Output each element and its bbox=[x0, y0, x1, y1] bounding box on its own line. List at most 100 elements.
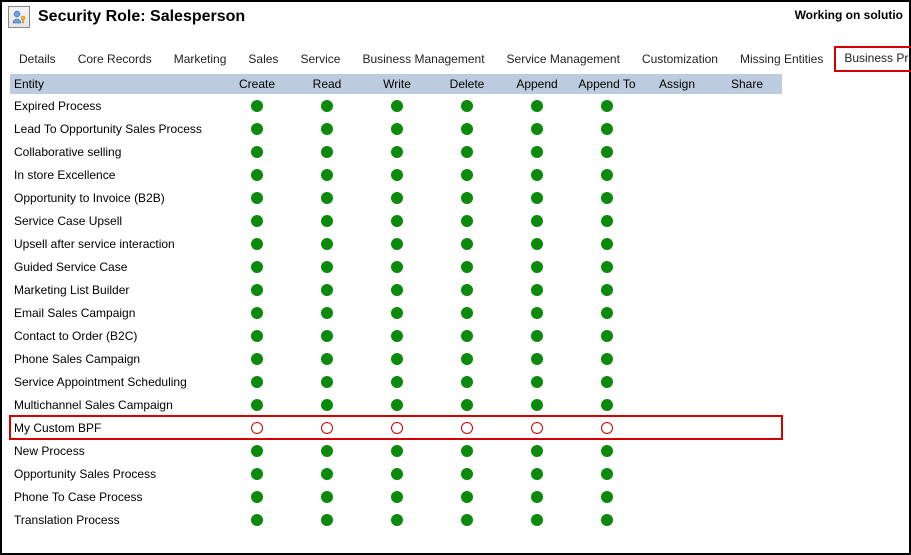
privilege-full-icon[interactable] bbox=[601, 514, 613, 526]
privilege-cell[interactable] bbox=[362, 439, 432, 462]
privilege-cell[interactable] bbox=[222, 255, 292, 278]
privilege-cell[interactable] bbox=[362, 140, 432, 163]
entity-name-cell[interactable]: My Custom BPF bbox=[10, 416, 222, 439]
privilege-none-icon[interactable] bbox=[321, 422, 333, 434]
privilege-full-icon[interactable] bbox=[461, 399, 473, 411]
privilege-full-icon[interactable] bbox=[461, 514, 473, 526]
privilege-cell[interactable] bbox=[362, 232, 432, 255]
privilege-full-icon[interactable] bbox=[391, 376, 403, 388]
privilege-cell[interactable] bbox=[362, 347, 432, 370]
privilege-cell[interactable] bbox=[502, 508, 572, 531]
entity-name-cell[interactable]: Upsell after service interaction bbox=[10, 232, 222, 255]
privilege-full-icon[interactable] bbox=[321, 376, 333, 388]
privilege-full-icon[interactable] bbox=[251, 284, 263, 296]
privilege-cell[interactable] bbox=[292, 324, 362, 347]
privilege-cell[interactable] bbox=[572, 301, 642, 324]
privilege-full-icon[interactable] bbox=[251, 192, 263, 204]
privilege-full-icon[interactable] bbox=[531, 215, 543, 227]
entity-name-cell[interactable]: Phone To Case Process bbox=[10, 485, 222, 508]
privilege-cell[interactable] bbox=[572, 485, 642, 508]
privilege-cell[interactable] bbox=[432, 416, 502, 439]
tab-missing-entities[interactable]: Missing Entities bbox=[729, 46, 834, 72]
privilege-cell[interactable] bbox=[222, 94, 292, 117]
privilege-cell[interactable] bbox=[432, 117, 502, 140]
privilege-full-icon[interactable] bbox=[461, 330, 473, 342]
privilege-full-icon[interactable] bbox=[251, 100, 263, 112]
privilege-full-icon[interactable] bbox=[321, 307, 333, 319]
privilege-cell[interactable] bbox=[432, 508, 502, 531]
privilege-cell[interactable] bbox=[222, 163, 292, 186]
privilege-cell[interactable] bbox=[362, 209, 432, 232]
tab-business-management[interactable]: Business Management bbox=[351, 46, 495, 72]
column-header-delete[interactable]: Delete bbox=[432, 74, 502, 94]
privilege-full-icon[interactable] bbox=[321, 514, 333, 526]
privilege-cell[interactable] bbox=[362, 163, 432, 186]
privilege-full-icon[interactable] bbox=[531, 100, 543, 112]
privilege-cell[interactable] bbox=[572, 416, 642, 439]
privilege-full-icon[interactable] bbox=[391, 353, 403, 365]
privilege-full-icon[interactable] bbox=[461, 353, 473, 365]
privilege-cell[interactable] bbox=[292, 393, 362, 416]
privilege-cell[interactable] bbox=[502, 347, 572, 370]
privilege-cell[interactable] bbox=[572, 278, 642, 301]
privilege-full-icon[interactable] bbox=[391, 169, 403, 181]
privilege-full-icon[interactable] bbox=[601, 238, 613, 250]
privilege-full-icon[interactable] bbox=[601, 330, 613, 342]
privilege-full-icon[interactable] bbox=[251, 445, 263, 457]
privilege-cell[interactable] bbox=[222, 232, 292, 255]
privilege-cell[interactable] bbox=[572, 370, 642, 393]
column-header-append[interactable]: Append bbox=[502, 74, 572, 94]
privilege-full-icon[interactable] bbox=[461, 376, 473, 388]
privilege-cell[interactable] bbox=[362, 485, 432, 508]
privilege-cell[interactable] bbox=[572, 163, 642, 186]
privilege-cell[interactable] bbox=[222, 301, 292, 324]
privilege-full-icon[interactable] bbox=[321, 238, 333, 250]
privilege-cell[interactable] bbox=[292, 278, 362, 301]
privilege-full-icon[interactable] bbox=[601, 445, 613, 457]
privilege-full-icon[interactable] bbox=[251, 330, 263, 342]
privilege-cell[interactable] bbox=[502, 163, 572, 186]
privilege-cell[interactable] bbox=[292, 255, 362, 278]
privilege-full-icon[interactable] bbox=[321, 146, 333, 158]
privilege-cell[interactable] bbox=[502, 462, 572, 485]
privilege-cell[interactable] bbox=[572, 439, 642, 462]
privilege-cell[interactable] bbox=[362, 186, 432, 209]
privilege-cell[interactable] bbox=[292, 416, 362, 439]
privilege-full-icon[interactable] bbox=[601, 261, 613, 273]
privilege-full-icon[interactable] bbox=[601, 215, 613, 227]
privilege-cell[interactable] bbox=[432, 186, 502, 209]
column-header-share[interactable]: Share bbox=[712, 74, 782, 94]
entity-name-cell[interactable]: Guided Service Case bbox=[10, 255, 222, 278]
privilege-full-icon[interactable] bbox=[461, 100, 473, 112]
privilege-cell[interactable] bbox=[222, 209, 292, 232]
privilege-cell[interactable] bbox=[432, 462, 502, 485]
privilege-full-icon[interactable] bbox=[531, 399, 543, 411]
privilege-full-icon[interactable] bbox=[391, 445, 403, 457]
privilege-full-icon[interactable] bbox=[601, 192, 613, 204]
privilege-full-icon[interactable] bbox=[251, 215, 263, 227]
privilege-cell[interactable] bbox=[362, 462, 432, 485]
entity-name-cell[interactable]: Service Appointment Scheduling bbox=[10, 370, 222, 393]
privilege-cell[interactable] bbox=[362, 416, 432, 439]
privilege-cell[interactable] bbox=[502, 255, 572, 278]
privilege-full-icon[interactable] bbox=[321, 468, 333, 480]
privilege-cell[interactable] bbox=[222, 416, 292, 439]
privilege-full-icon[interactable] bbox=[321, 330, 333, 342]
privilege-cell[interactable] bbox=[362, 301, 432, 324]
privilege-cell[interactable] bbox=[292, 232, 362, 255]
privilege-full-icon[interactable] bbox=[321, 399, 333, 411]
privilege-cell[interactable] bbox=[502, 94, 572, 117]
privilege-full-icon[interactable] bbox=[531, 284, 543, 296]
privilege-cell[interactable] bbox=[502, 416, 572, 439]
privilege-full-icon[interactable] bbox=[391, 100, 403, 112]
privilege-full-icon[interactable] bbox=[251, 353, 263, 365]
tab-customization[interactable]: Customization bbox=[631, 46, 729, 72]
privilege-full-icon[interactable] bbox=[321, 261, 333, 273]
privilege-cell[interactable] bbox=[222, 278, 292, 301]
privilege-full-icon[interactable] bbox=[461, 169, 473, 181]
privilege-cell[interactable] bbox=[502, 278, 572, 301]
column-header-write[interactable]: Write bbox=[362, 74, 432, 94]
privilege-full-icon[interactable] bbox=[601, 307, 613, 319]
privilege-full-icon[interactable] bbox=[321, 445, 333, 457]
privilege-full-icon[interactable] bbox=[251, 261, 263, 273]
